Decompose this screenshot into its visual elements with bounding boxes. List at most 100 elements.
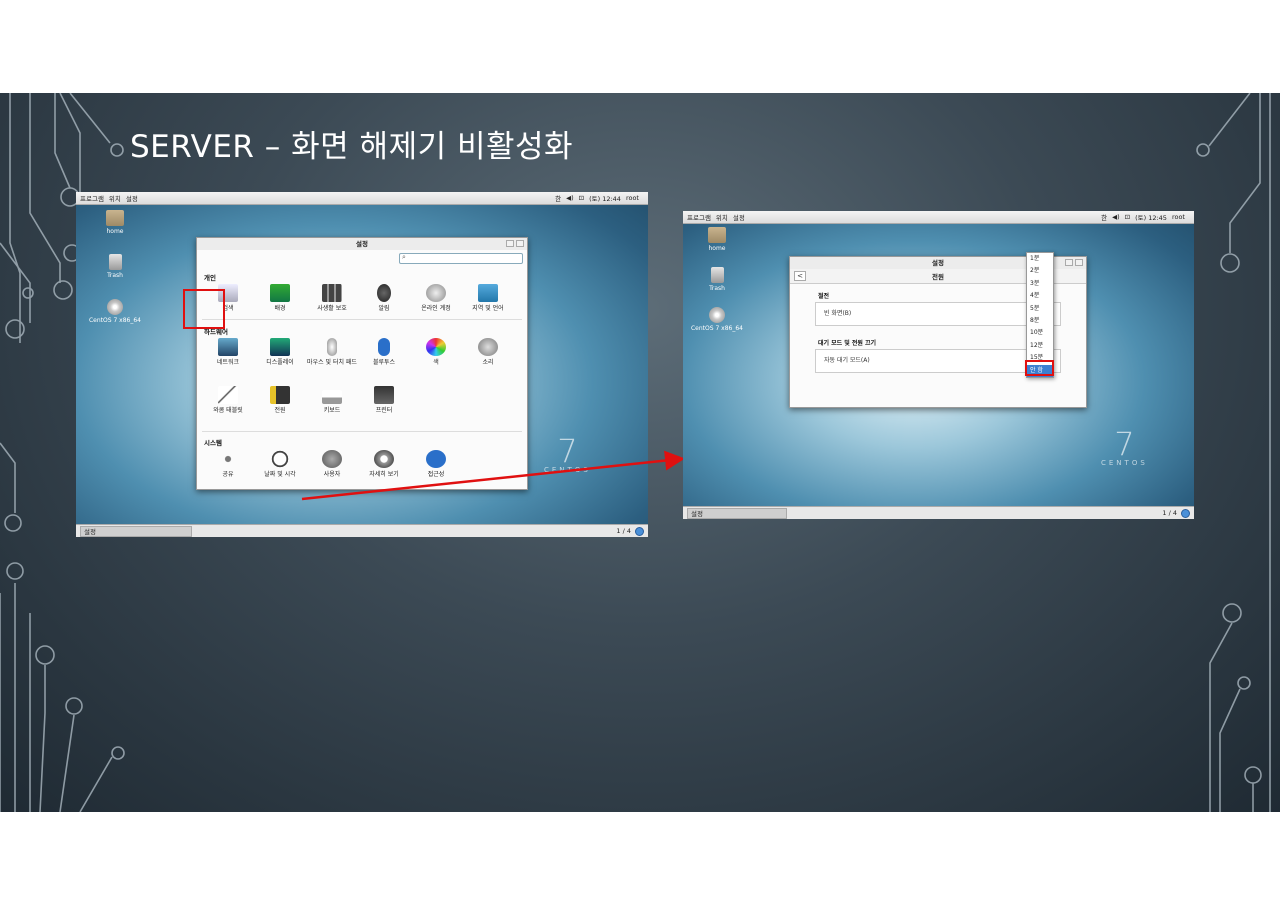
input-method-indicator[interactable]: 한 [555,193,561,203]
slide-title: SERVER – 화면 해제기 비활성화 [130,129,574,165]
online-accounts-icon [426,284,446,302]
settings-keyboard[interactable]: 키보드 [306,386,358,414]
minimize-button[interactable] [1065,259,1073,266]
window-controls [1065,259,1083,266]
settings-notifications[interactable]: 알림 [358,284,410,312]
desktop-icon-home[interactable]: home [90,210,140,235]
folder-icon [106,210,124,226]
trash-icon [108,254,122,270]
close-button[interactable] [516,240,524,247]
settings-accessibility[interactable]: 접근성 [410,450,462,478]
centos-brand: 7 CENTOS [544,432,591,474]
dropdown-option[interactable]: 4분 [1027,290,1053,302]
tablet-icon [218,386,238,404]
gear-icon [374,450,394,468]
active-app-label[interactable]: 설정 [733,212,745,222]
desktop-icon-disc[interactable]: CentOS 7 x86_64 [86,299,144,324]
dropdown-option[interactable]: 5분 [1027,303,1053,315]
dropdown-option[interactable]: 2분 [1027,265,1053,277]
disc-icon [107,299,123,315]
minimize-button[interactable] [506,240,514,247]
screenshot-settings: 프로그램 위치 설정 한 ◀) ⊡ (토) 12:44 root home Tr… [76,192,648,537]
blank-screen-row[interactable]: 빈 화면(B) [815,302,1061,326]
notifications-icon [377,284,391,302]
centos-brand: 7 CENTOS [1101,425,1148,467]
network-icon[interactable]: ⊡ [579,194,584,202]
settings-sound[interactable]: 소리 [462,338,514,366]
user-menu[interactable]: root [1172,213,1185,221]
settings-date-time[interactable]: 날짜 및 시각 [254,450,306,478]
workspace-icon[interactable] [1181,508,1190,518]
settings-wacom[interactable]: 와콤 태블릿 [202,386,254,414]
printer-icon [374,386,394,404]
settings-display[interactable]: 디스플레이 [254,338,306,366]
dropdown-option[interactable]: 3분 [1027,278,1053,290]
places-menu[interactable]: 위치 [716,212,728,222]
desktop-icon-disc[interactable]: CentOS 7 x86_64 [688,307,746,332]
keyboard-icon [322,390,342,404]
taskbar-item[interactable]: 설정 [687,507,787,519]
accessibility-icon [426,450,446,468]
disc-icon [709,307,725,323]
desktop-icon-trash[interactable]: Trash [692,267,742,292]
workspace-pager[interactable]: 1 / 4 [616,527,631,535]
applications-menu[interactable]: 프로그램 [687,212,711,222]
settings-region-language[interactable]: 지역 및 언어 [462,284,514,312]
places-menu[interactable]: 위치 [109,193,121,203]
screenshot-power: 프로그램 위치 설정 한 ◀) ⊡ (토) 12:45 root home Tr… [683,211,1194,519]
display-icon [270,338,290,356]
volume-icon[interactable]: ◀) [1112,213,1120,221]
user-menu[interactable]: root [626,194,639,202]
sound-icon [478,338,498,356]
network-icon[interactable]: ⊡ [1125,213,1130,221]
desktop-icon-home[interactable]: home [692,227,742,252]
settings-users[interactable]: 사용자 [306,450,358,478]
folder-icon [708,227,726,243]
settings-power[interactable]: 전원 [254,386,306,414]
applications-menu[interactable]: 프로그램 [80,193,104,203]
settings-privacy[interactable]: 사생활 보호 [306,284,358,312]
clock[interactable]: (토) 12:45 [1135,212,1167,222]
clock[interactable]: (토) 12:44 [589,193,621,203]
power-icon [270,386,290,404]
settings-printers[interactable]: 프린터 [358,386,410,414]
dropdown-option[interactable]: 10분 [1027,327,1053,339]
desktop-icon-trash[interactable]: Trash [90,254,140,279]
search-input[interactable] [399,253,523,264]
section-personal: 개인 [204,274,216,282]
taskbar-item[interactable]: 설정 [80,525,192,537]
active-app-label[interactable]: 설정 [126,193,138,203]
input-method-indicator[interactable]: 한 [1101,212,1107,222]
bottom-panel: 설정 1 / 4 [683,506,1194,519]
section-system: 시스템 [204,439,222,447]
users-icon [322,450,342,468]
volume-icon[interactable]: ◀) [566,194,574,202]
flag-icon [478,284,498,302]
settings-network[interactable]: 네트워크 [202,338,254,366]
suspend-label: 대기 모드 및 전원 끄기 [818,340,877,347]
close-button[interactable] [1075,259,1083,266]
settings-background[interactable]: 배경 [254,284,306,312]
dropdown-option[interactable]: 8분 [1027,315,1053,327]
divider [202,431,522,432]
window-title: 설정 [197,238,527,250]
dropdown-option[interactable]: 1분 [1027,253,1053,265]
settings-color[interactable]: 색 [410,338,462,366]
settings-window: 설정 개인 검색 배경 사생활 보호 알림 온라인 계정 지역 및 언어 하드웨… [196,237,528,490]
privacy-icon [322,284,342,302]
power-saving-label: 절전 [818,293,830,300]
settings-details[interactable]: 자세히 보기 [358,450,410,478]
settings-sharing[interactable]: 공유 [202,450,254,478]
window-controls [506,240,524,247]
top-panel: 프로그램 위치 설정 한 ◀) ⊡ (토) 12:44 root [76,192,648,205]
trash-icon [710,267,724,283]
divider [202,319,522,320]
dropdown-option[interactable]: 12분 [1027,340,1053,352]
settings-bluetooth[interactable]: 블루투스 [358,338,410,366]
workspace-icon[interactable] [635,526,644,536]
settings-online-accounts[interactable]: 온라인 계정 [410,284,462,312]
settings-mouse-touchpad[interactable]: 마우스 및 터치 패드 [306,338,358,366]
bluetooth-icon [378,338,390,356]
power-highlight-box [183,289,225,329]
workspace-pager[interactable]: 1 / 4 [1162,509,1177,517]
